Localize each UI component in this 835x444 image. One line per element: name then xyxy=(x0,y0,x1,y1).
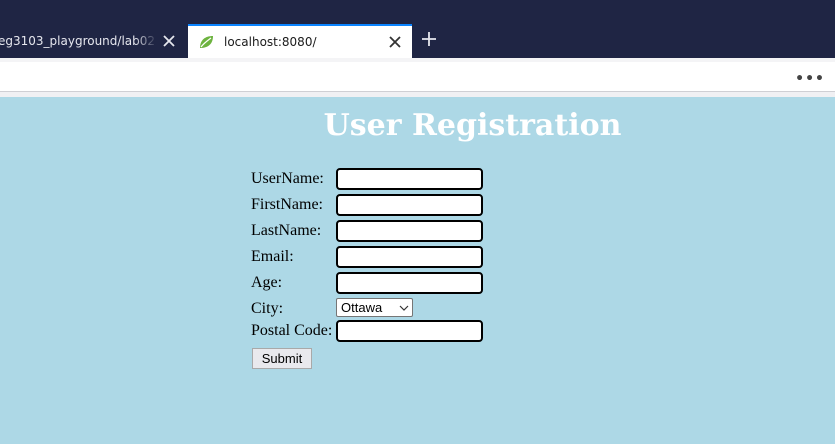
tab-title: localhost:8080/ xyxy=(224,35,317,49)
city-row: City: Ottawa xyxy=(251,298,511,322)
age-row: Age: xyxy=(251,272,511,296)
age-label: Age: xyxy=(251,274,283,291)
city-select[interactable]: Ottawa xyxy=(336,298,413,317)
username-row: UserName: xyxy=(251,168,511,192)
firstname-input[interactable] xyxy=(336,194,483,216)
postal-code-label: Postal Code: xyxy=(251,322,333,339)
tab-github[interactable]: eg3103_playground/lab02 at m xyxy=(0,24,186,58)
username-label: UserName: xyxy=(251,170,324,187)
page-title: User Registration xyxy=(323,108,622,143)
browser-toolbar: ••• xyxy=(0,58,835,92)
lastname-label: LastName: xyxy=(251,222,322,239)
page-content: User Registration UserName: FirstName: L… xyxy=(0,97,835,444)
lastname-row: LastName: xyxy=(251,220,511,244)
submit-button[interactable]: Submit xyxy=(252,348,312,369)
chevron-down-icon xyxy=(399,305,409,311)
username-input[interactable] xyxy=(336,168,483,190)
browser-tab-bar: eg3103_playground/lab02 at m localhost:8… xyxy=(0,0,835,58)
city-selected-value: Ottawa xyxy=(341,300,383,315)
spring-leaf-icon xyxy=(200,36,213,48)
tab-title: eg3103_playground/lab02 at m xyxy=(0,34,158,48)
email-input[interactable] xyxy=(336,246,483,268)
email-label: Email: xyxy=(251,248,294,265)
plus-icon[interactable] xyxy=(420,30,438,48)
tab-localhost[interactable]: localhost:8080/ xyxy=(188,24,412,58)
more-horizontal-icon[interactable]: ••• xyxy=(795,72,825,86)
firstname-row: FirstName: xyxy=(251,194,511,218)
close-icon[interactable] xyxy=(388,35,402,49)
lastname-input[interactable] xyxy=(336,220,483,242)
age-input[interactable] xyxy=(336,272,483,294)
close-icon[interactable] xyxy=(162,34,176,48)
city-label: City: xyxy=(251,300,284,317)
postal-code-row: Postal Code: xyxy=(251,320,511,344)
firstname-label: FirstName: xyxy=(251,196,323,213)
postal-code-input[interactable] xyxy=(336,320,483,342)
email-row: Email: xyxy=(251,246,511,270)
